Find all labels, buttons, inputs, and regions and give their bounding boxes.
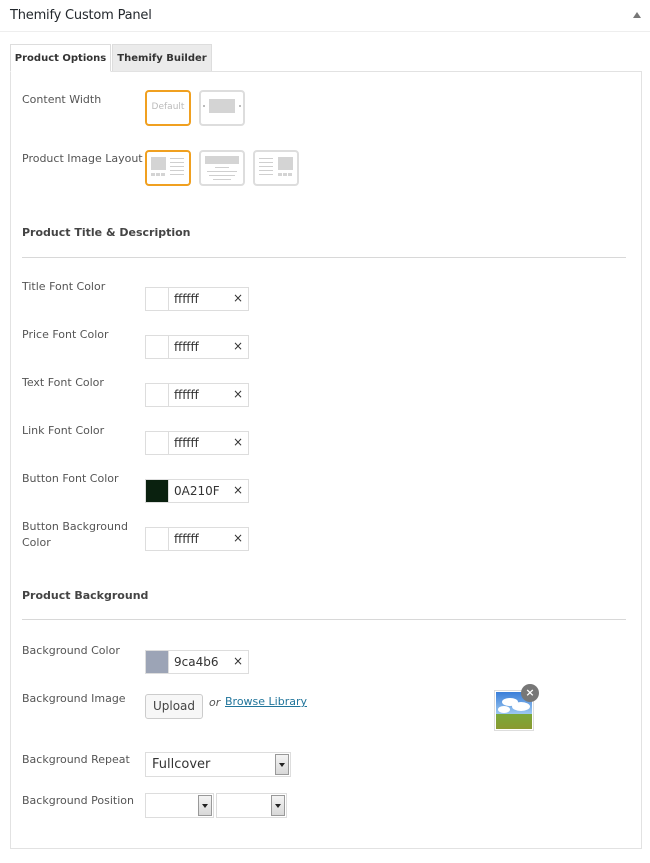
color-value[interactable]: 9ca4b6 xyxy=(174,655,218,669)
color-value[interactable]: ffffff xyxy=(174,388,199,402)
arrow-left-icon xyxy=(203,105,205,107)
remove-image-icon[interactable]: × xyxy=(521,684,539,702)
section-product-background: Product Background xyxy=(22,589,149,602)
section-divider xyxy=(22,257,626,258)
link-font-color-field[interactable]: ffffff × xyxy=(145,431,249,455)
thumb-dot xyxy=(156,173,160,176)
price-font-color-field[interactable]: ffffff × xyxy=(145,335,249,359)
background-color-field[interactable]: 9ca4b6 × xyxy=(145,650,249,674)
button-font-color-label: Button Font Color xyxy=(22,472,119,485)
color-swatch[interactable] xyxy=(146,288,169,310)
title-font-color-label: Title Font Color xyxy=(22,280,106,293)
thumb-dot xyxy=(151,173,155,176)
default-option-text: Default xyxy=(151,102,185,112)
triangle-up-icon[interactable] xyxy=(633,12,641,18)
thumb-dot xyxy=(161,173,165,176)
text-line xyxy=(259,162,273,163)
text-line xyxy=(170,170,184,171)
background-repeat-select[interactable]: Fullcover xyxy=(145,752,291,777)
color-swatch[interactable] xyxy=(146,651,169,673)
clear-icon[interactable]: × xyxy=(233,291,243,305)
chevron-down-icon[interactable] xyxy=(198,795,212,816)
image-placeholder-icon xyxy=(278,157,293,170)
button-background-color-label: Button Background Color xyxy=(22,519,128,551)
panel-header: Themify Custom Panel xyxy=(0,0,650,32)
section-divider xyxy=(22,619,626,620)
clear-icon[interactable]: × xyxy=(233,339,243,353)
clear-icon[interactable]: × xyxy=(233,435,243,449)
color-swatch[interactable] xyxy=(146,528,169,550)
content-width-default-option[interactable]: Default xyxy=(145,90,191,126)
text-line xyxy=(259,166,273,167)
background-position-x-select[interactable] xyxy=(145,793,214,818)
image-placeholder-icon xyxy=(151,157,166,170)
text-line xyxy=(209,175,235,176)
content-width-label: Content Width xyxy=(22,93,102,106)
section-title-description: Product Title & Description xyxy=(22,226,191,239)
button-background-color-field[interactable]: ffffff × xyxy=(145,527,249,551)
grass-field xyxy=(496,714,532,729)
color-value[interactable]: ffffff xyxy=(174,340,199,354)
clear-icon[interactable]: × xyxy=(233,654,243,668)
text-line xyxy=(259,158,273,159)
color-swatch[interactable] xyxy=(146,480,169,502)
layout-image-top-option[interactable] xyxy=(199,150,245,186)
browse-library-link[interactable]: Browse Library xyxy=(225,695,307,708)
background-image-label: Background Image xyxy=(22,692,126,705)
cloud xyxy=(512,702,530,711)
text-line xyxy=(259,170,273,171)
text-line xyxy=(215,167,229,168)
background-position-y-select[interactable] xyxy=(216,793,287,818)
color-value[interactable]: ffffff xyxy=(174,292,199,306)
background-repeat-label: Background Repeat xyxy=(22,753,130,766)
label-line-1: Button Background xyxy=(22,520,128,533)
clear-icon[interactable]: × xyxy=(233,387,243,401)
thumb-dot xyxy=(283,173,287,176)
tab-product-options[interactable]: Product Options xyxy=(10,44,111,72)
text-line xyxy=(170,166,184,167)
text-line xyxy=(170,174,184,175)
thumb-dot xyxy=(278,173,282,176)
color-swatch[interactable] xyxy=(146,336,169,358)
text-font-color-label: Text Font Color xyxy=(22,376,104,389)
text-line xyxy=(170,158,184,159)
image-placeholder-icon xyxy=(205,156,239,164)
fullwidth-icon xyxy=(209,99,235,113)
label-line-2: Color xyxy=(22,536,51,549)
layout-image-left-option[interactable] xyxy=(145,150,191,186)
tab-themify-builder[interactable]: Themify Builder xyxy=(112,44,212,72)
thumb-dot xyxy=(288,173,292,176)
chevron-down-icon[interactable] xyxy=(275,754,289,775)
button-font-color-field[interactable]: 0A210F × xyxy=(145,479,249,503)
clear-icon[interactable]: × xyxy=(233,531,243,545)
chevron-down-icon[interactable] xyxy=(271,795,285,816)
background-position-label: Background Position xyxy=(22,794,134,807)
text-line xyxy=(207,171,237,172)
or-text: or xyxy=(209,696,221,709)
color-value[interactable]: ffffff xyxy=(174,436,199,450)
layout-image-right-option[interactable] xyxy=(253,150,299,186)
color-swatch[interactable] xyxy=(146,432,169,454)
upload-button[interactable]: Upload xyxy=(145,694,203,719)
tab-content xyxy=(10,71,642,849)
price-font-color-label: Price Font Color xyxy=(22,328,109,341)
title-font-color-field[interactable]: ffffff × xyxy=(145,287,249,311)
text-line xyxy=(170,162,184,163)
text-line xyxy=(259,174,273,175)
arrow-right-icon xyxy=(239,105,241,107)
background-color-label: Background Color xyxy=(22,644,120,657)
text-line xyxy=(213,179,231,180)
color-value[interactable]: 0A210F xyxy=(174,484,220,498)
color-value[interactable]: ffffff xyxy=(174,532,199,546)
text-font-color-field[interactable]: ffffff × xyxy=(145,383,249,407)
clear-icon[interactable]: × xyxy=(233,483,243,497)
select-value: Fullcover xyxy=(152,757,211,772)
cloud xyxy=(498,706,510,713)
color-swatch[interactable] xyxy=(146,384,169,406)
panel-title: Themify Custom Panel xyxy=(10,8,152,23)
content-width-fullwidth-option[interactable] xyxy=(199,90,245,126)
link-font-color-label: Link Font Color xyxy=(22,424,105,437)
product-image-layout-label: Product Image Layout xyxy=(22,152,143,165)
